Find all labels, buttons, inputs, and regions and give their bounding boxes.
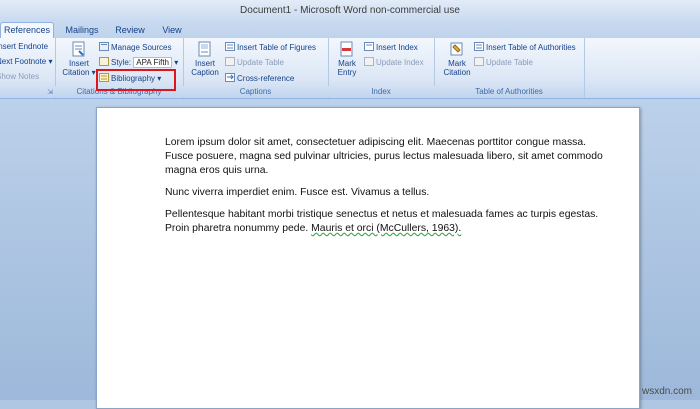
update-index-label: Update Index [376,58,424,67]
update-index-button[interactable]: Update Index [364,57,424,68]
tab-references[interactable]: References [0,22,54,39]
insert-table-of-figures-button[interactable]: Insert Table of Figures [225,42,316,53]
insert-endnote-button[interactable]: Insert Endnote [0,42,48,52]
show-notes-button[interactable]: Show Notes [0,72,39,82]
show-notes-label: Show Notes [0,72,40,81]
mark-citation-button[interactable]: Mark Citation [438,40,476,77]
manage-sources-button[interactable]: Manage Sources [99,42,171,53]
manage-sources-icon [99,42,109,51]
insert-index-label: Insert Index [376,43,418,52]
update-toa-button[interactable]: Update Table [474,57,533,68]
bibliography-highlight-box [96,69,176,91]
mark-citation-icon [450,42,463,56]
watermark-text: wsxdn.com [641,386,692,397]
ribbon-tabs: References Mailings Review View [0,21,700,39]
style-dropdown[interactable]: APA Fifth [133,57,173,68]
title-bar: Document1 - Microsoft Word non-commercia… [0,0,700,21]
group-index: Mark Entry Insert Index Update Index Ind… [328,38,435,98]
next-footnote-label: Next Footnote [0,57,47,66]
mark-entry-label-2: Entry [337,68,357,77]
group-captions: Insert Caption Insert Table of Figures U… [183,38,329,98]
style-selector[interactable]: Style: APA Fifth ▾ [99,57,178,68]
group-label-toa: Table of Authorities [434,86,584,97]
tab-view[interactable]: View [156,23,188,38]
insert-index-icon [364,42,374,51]
group-label-index: Index [328,86,434,97]
document-page[interactable]: Lorem ipsum dolor sit amet, consectetuer… [96,107,640,409]
mark-entry-icon [340,41,353,57]
update-toa-label: Update Table [486,58,533,67]
tab-mailings[interactable]: Mailings [58,23,106,38]
update-table-icon [225,57,235,66]
cross-reference-icon [225,73,235,82]
mark-citation-label-1: Mark [448,59,466,68]
window-title: Document1 - Microsoft Word non-commercia… [240,5,460,16]
insert-index-button[interactable]: Insert Index [364,42,418,53]
manage-sources-label: Manage Sources [111,43,172,52]
insert-table-of-authorities-button[interactable]: Insert Table of Authorities [474,42,576,53]
paragraph-3[interactable]: Pellentesque habitant morbi tristique se… [165,208,605,236]
insert-caption-label-1: Insert [194,59,215,68]
insert-caption-icon [198,41,211,57]
tab-review[interactable]: Review [110,23,150,38]
insert-table-of-figures-label: Insert Table of Figures [237,43,317,52]
style-icon [99,57,109,66]
insert-table-of-authorities-label: Insert Table of Authorities [486,43,576,52]
dialog-launcher-icon[interactable]: ⇲ [47,88,53,96]
update-table-label: Update Table [237,58,284,67]
insert-caption-button[interactable]: Insert Caption [187,40,223,77]
style-label: Style: [111,58,132,67]
cross-reference-button[interactable]: Cross-reference [225,73,294,84]
group-footnotes: Insert Endnote Next Footnote ▾ Show Note… [0,38,56,98]
insert-endnote-label: Insert Endnote [0,42,49,51]
group-table-of-authorities: Mark Citation Insert Table of Authoritie… [434,38,585,98]
update-index-icon [364,57,374,66]
mark-entry-button[interactable]: Mark Entry [332,40,362,77]
insert-citation-button[interactable]: Insert Citation ▾ [59,40,99,77]
update-table-button[interactable]: Update Table [225,57,284,68]
citation-text[interactable]: Mauris et orci (McCullers, 1963). [311,223,461,234]
mark-citation-label-2: Citation [443,68,471,77]
paragraph-2[interactable]: Nunc viverra imperdiet enim. Fusce est. … [165,186,605,200]
update-toa-icon [474,57,484,66]
mark-entry-label-1: Mark [338,59,356,68]
next-footnote-button[interactable]: Next Footnote ▾ [0,57,53,67]
insert-citation-label-1: Insert [68,59,89,68]
paragraph-1[interactable]: Lorem ipsum dolor sit amet, consectetuer… [165,136,605,178]
cross-reference-label: Cross-reference [237,74,295,83]
group-label-captions: Captions [183,86,328,97]
table-of-authorities-icon [474,42,484,51]
table-of-figures-icon [225,42,235,51]
insert-citation-label-2: Citation [62,68,90,77]
insert-caption-label-2: Caption [191,68,219,77]
insert-citation-icon [72,41,85,57]
